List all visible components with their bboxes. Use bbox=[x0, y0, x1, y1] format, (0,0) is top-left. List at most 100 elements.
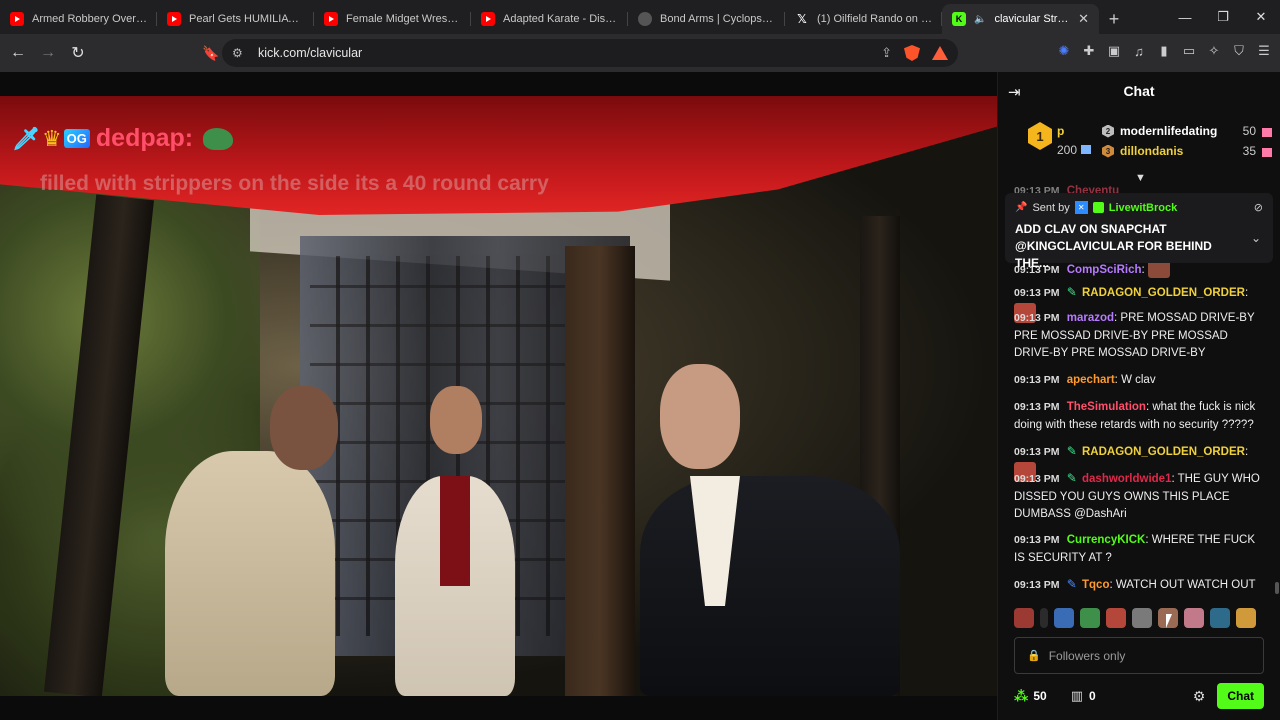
pinned-username[interactable]: LivewitBrock bbox=[1109, 202, 1177, 214]
message-time: 09:13 PM bbox=[1014, 401, 1060, 413]
tab-title: Bond Arms | Cyclops®.50 bbox=[660, 13, 775, 25]
extensions-toolbar: ✺ ✚ ▣ ♫ ▮ ▭ ✧ ⛉ ☰ bbox=[1056, 43, 1272, 59]
message-username[interactable]: RADAGON_GOLDEN_ORDER bbox=[1082, 287, 1245, 299]
pinned-message[interactable]: 📌 Sent by ✕ LivewitBrock ⊘ ADD CLAV ON S… bbox=[1005, 193, 1273, 270]
leaderboard-row[interactable]: 3 dillondanis 35 bbox=[1102, 144, 1272, 158]
video-player[interactable]: 🗡 ♛ OG dedpap: filled with strippers on … bbox=[0, 96, 997, 696]
overlay-message: filled with strippers on the side its a … bbox=[40, 172, 549, 195]
emote-icon[interactable] bbox=[1080, 608, 1100, 628]
stream-chat-overlay: 🗡 ♛ OG dedpap: bbox=[12, 124, 234, 153]
bookmark-icon[interactable]: 🔖 bbox=[202, 45, 219, 62]
share-icon[interactable]: ⇪ bbox=[881, 45, 892, 61]
feather-badge-icon: ✎ bbox=[1066, 577, 1077, 591]
chat-message: 09:13 PM marazod: PRE MOSSAD DRIVE-BY PR… bbox=[1014, 310, 1264, 363]
chat-input[interactable]: 🔒 Followers only bbox=[1014, 637, 1264, 674]
url-text[interactable]: kick.com/clavicular bbox=[258, 46, 881, 60]
badge-icon: ✕ bbox=[1074, 201, 1088, 214]
youtube-icon bbox=[10, 12, 24, 26]
emote-icon[interactable] bbox=[1106, 608, 1126, 628]
leaderboard-first-count: 200 bbox=[1057, 143, 1092, 157]
channel-points[interactable]: ⁂ 50 bbox=[1014, 688, 1047, 705]
brave-shields-icon[interactable] bbox=[904, 45, 920, 61]
reload-icon[interactable]: ↻ bbox=[66, 41, 90, 65]
chat-footer: ⁂ 50 ▥ 0 ⚙ Chat bbox=[1014, 682, 1264, 710]
loot-boxes[interactable]: ▥ 0 bbox=[1071, 688, 1096, 704]
subscriber-badge-icon bbox=[1092, 202, 1104, 213]
chat-message: 09:13 PM ✎ dashworldwide1: THE GUY WHO D… bbox=[1014, 470, 1264, 524]
wallet-icon[interactable]: ▭ bbox=[1181, 43, 1197, 59]
gear-icon[interactable]: ⚙ bbox=[1193, 688, 1206, 705]
message-time: 09:13 PM bbox=[1014, 312, 1060, 324]
extension-icon[interactable]: ✺ bbox=[1056, 43, 1072, 59]
gift-icon bbox=[1262, 127, 1272, 137]
url-bar[interactable]: ⚙ kick.com/clavicular ⇪ bbox=[222, 39, 958, 67]
message-username[interactable]: dashworldwide1 bbox=[1082, 473, 1171, 485]
collapse-chat-icon[interactable]: ⇥ bbox=[1008, 83, 1021, 101]
browser-tab[interactable]: 𝕏 (1) Oilfield Rando on X: " bbox=[785, 4, 942, 34]
emote-icon[interactable] bbox=[1132, 608, 1152, 628]
minimize-icon[interactable]: — bbox=[1166, 0, 1204, 34]
browser-tab[interactable]: Pearl Gets HUMILIATED In bbox=[157, 4, 314, 34]
overlay-badges: 🗡 ♛ OG bbox=[12, 126, 90, 152]
colon-text: : bbox=[1244, 287, 1249, 299]
message-username[interactable]: Tqco bbox=[1082, 579, 1109, 591]
browser-tab[interactable]: Armed Robbery Over Pok bbox=[0, 4, 157, 34]
chat-message: 09:13 PM apechart: W clav bbox=[1014, 372, 1264, 390]
message-username[interactable]: RADAGON_GOLDEN_ORDER bbox=[1082, 446, 1245, 458]
emote-icon[interactable] bbox=[1014, 608, 1034, 628]
leaderboard-name[interactable]: dillondanis bbox=[1120, 144, 1237, 158]
menu-icon[interactable]: ☰ bbox=[1256, 43, 1272, 59]
feather-badge-icon: ✎ bbox=[1066, 444, 1077, 458]
leaderboard-name[interactable]: modernlifedating bbox=[1120, 124, 1237, 138]
emote-icon[interactable] bbox=[1054, 608, 1074, 628]
message-time: 09:13 PM bbox=[1014, 446, 1060, 458]
globe-icon bbox=[638, 12, 652, 26]
emote-icon[interactable] bbox=[1210, 608, 1230, 628]
hide-pinned-icon[interactable]: ⊘ bbox=[1254, 201, 1263, 214]
leaderboard-first-name[interactable]: p bbox=[1057, 124, 1064, 138]
message-username[interactable]: TheSimulation bbox=[1067, 401, 1146, 413]
forward-icon[interactable]: → bbox=[36, 41, 60, 65]
message-username[interactable]: CurrencyKICK bbox=[1067, 534, 1146, 546]
screenshot-icon[interactable]: ▣ bbox=[1106, 43, 1122, 59]
vpn-icon[interactable]: ⛉ bbox=[1231, 43, 1247, 59]
video-scene bbox=[640, 476, 900, 696]
video-scene bbox=[440, 476, 470, 586]
browser-tab[interactable]: Adapted Karate - Disability bbox=[471, 4, 628, 34]
chevron-down-icon[interactable]: ⌄ bbox=[1251, 231, 1261, 245]
music-icon[interactable]: ♫ bbox=[1131, 43, 1147, 59]
close-window-icon[interactable]: ✕ bbox=[1242, 0, 1280, 34]
leo-ai-icon[interactable]: ✧ bbox=[1206, 43, 1222, 59]
message-username[interactable]: apechart bbox=[1067, 374, 1115, 386]
speaker-icon[interactable]: 🔈 bbox=[974, 14, 986, 25]
back-icon[interactable]: ← bbox=[6, 41, 30, 65]
youtube-icon bbox=[167, 12, 181, 26]
overlay-username: dedpap: bbox=[95, 124, 194, 152]
brave-rewards-icon[interactable] bbox=[932, 46, 948, 60]
gift-leaderboard[interactable]: 1 p 200 2 modernlifedating 50 3 dillonda… bbox=[998, 110, 1280, 174]
close-tab-icon[interactable]: ✕ bbox=[1078, 11, 1089, 27]
drag-handle-icon[interactable]: ▼ bbox=[1135, 172, 1146, 184]
browser-tab[interactable]: Bond Arms | Cyclops®.50 bbox=[628, 4, 785, 34]
leaderboard-row[interactable]: 2 modernlifedating 50 bbox=[1102, 124, 1272, 138]
mouse-cursor-icon bbox=[1166, 614, 1178, 628]
emote-icon[interactable] bbox=[1040, 608, 1048, 628]
puzzle-icon[interactable]: ✚ bbox=[1081, 43, 1097, 59]
maximize-icon[interactable]: ❐ bbox=[1204, 0, 1242, 34]
site-settings-icon[interactable]: ⚙ bbox=[232, 46, 252, 60]
tab-title: Female Midget Wrestling bbox=[346, 13, 461, 25]
emote-icon[interactable] bbox=[1184, 608, 1204, 628]
message-time: 09:13 PM bbox=[1014, 579, 1060, 591]
video-scene bbox=[660, 364, 740, 469]
boxes-value: 0 bbox=[1088, 689, 1096, 703]
send-chat-button[interactable]: Chat bbox=[1217, 683, 1264, 709]
sidebar-icon[interactable]: ▮ bbox=[1156, 43, 1172, 59]
emote-icon[interactable] bbox=[1236, 608, 1256, 628]
message-username[interactable]: marazod bbox=[1067, 312, 1114, 324]
browser-tab-active[interactable]: K 🔈 clavicular Stream - ✕ bbox=[942, 4, 1099, 34]
pin-icon: 📌 bbox=[1015, 202, 1028, 213]
new-tab-button[interactable]: + bbox=[1099, 4, 1129, 34]
chat-scrollbar[interactable] bbox=[1275, 582, 1279, 594]
count-value: 200 bbox=[1057, 143, 1078, 157]
browser-tab[interactable]: Female Midget Wrestling bbox=[314, 4, 471, 34]
